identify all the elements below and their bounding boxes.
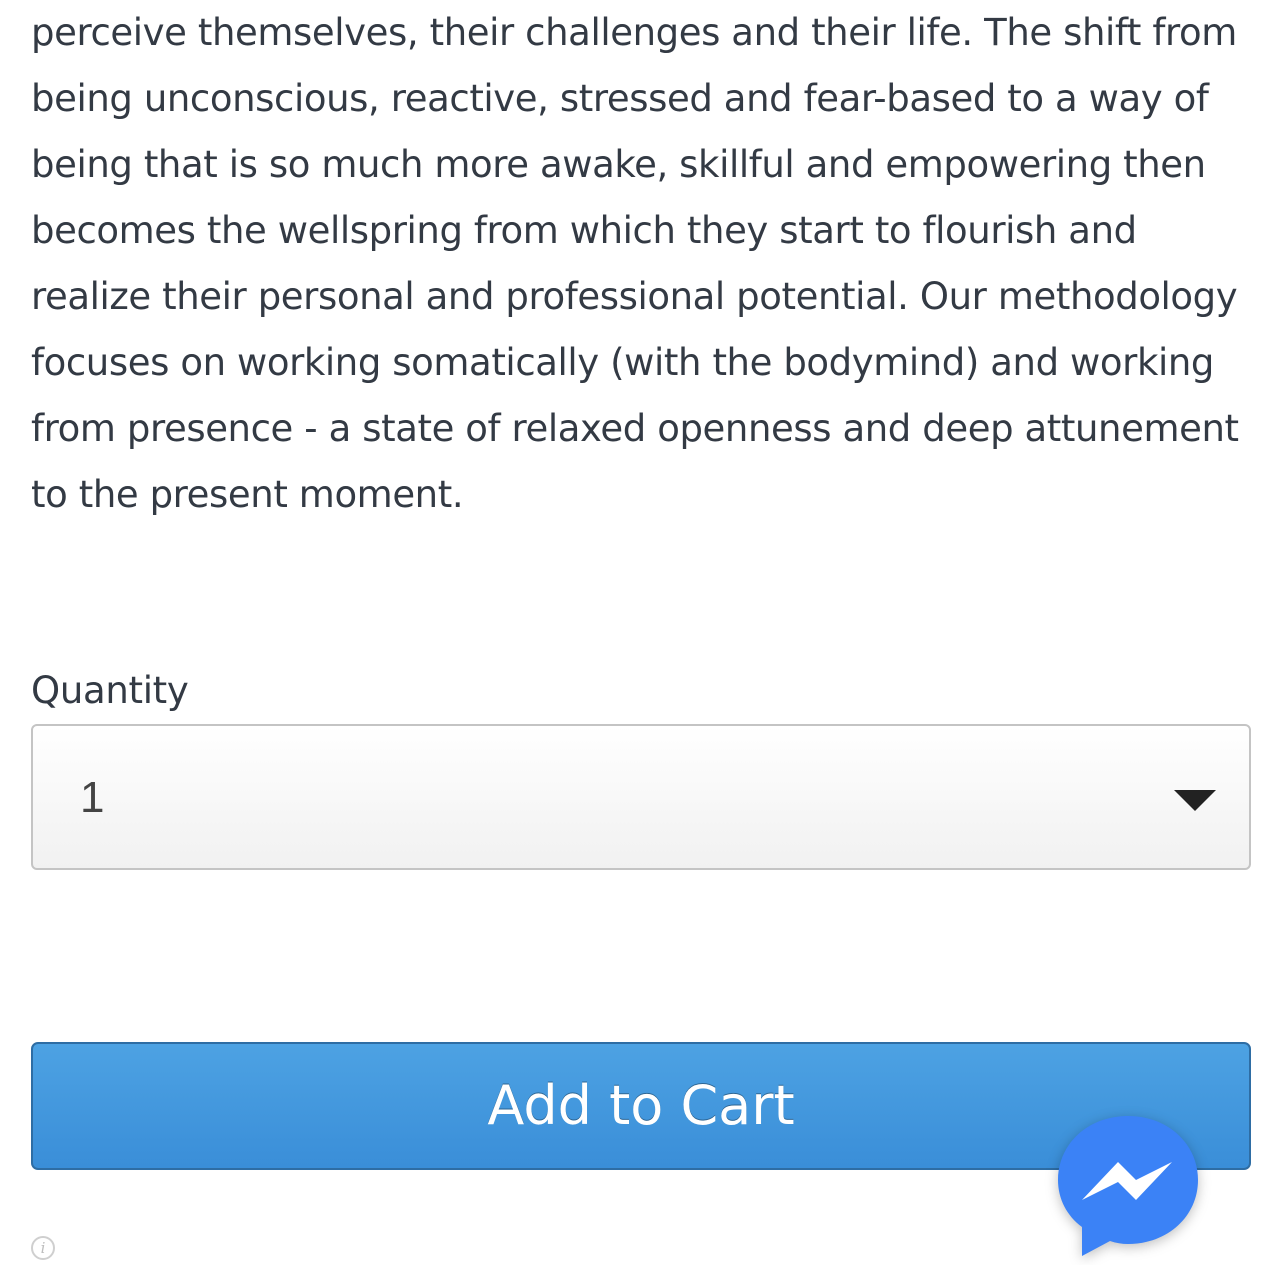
description-line: being unconscious, reactive, stressed an…: [31, 77, 1209, 120]
description-line: becomes the wellspring from which they s…: [31, 209, 1137, 252]
description-line: realize their personal and professional …: [31, 275, 1238, 318]
description-line: from presence - a state of relaxed openn…: [31, 407, 1239, 450]
product-page: perceive themselves, their challenges an…: [0, 0, 1284, 1265]
caret-down-icon: [1174, 790, 1216, 811]
description-line: being that is so much more awake, skillf…: [31, 143, 1206, 186]
description-line: to the present moment.: [31, 473, 464, 516]
product-description: perceive themselves, their challenges an…: [31, 0, 1261, 528]
description-line: perceive themselves, their challenges an…: [31, 11, 1237, 54]
messenger-icon[interactable]: [1052, 1110, 1204, 1262]
quantity-selected-value: 1: [80, 773, 105, 822]
quantity-label: Quantity: [31, 669, 189, 712]
description-line: focuses on working somatically (with the…: [31, 341, 1215, 384]
quantity-select[interactable]: 1: [31, 724, 1251, 870]
info-icon[interactable]: i: [31, 1236, 55, 1260]
